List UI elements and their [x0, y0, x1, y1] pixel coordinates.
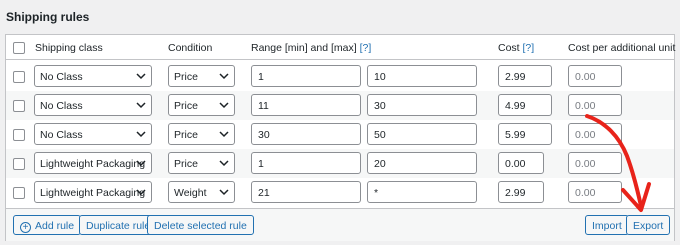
row-checkbox[interactable] — [13, 129, 25, 141]
cost-help-link[interactable]: [?] — [523, 42, 535, 54]
cost-input[interactable]: 4.99 — [498, 94, 552, 116]
chevron-down-icon — [136, 189, 146, 196]
chevron-down-icon — [136, 73, 146, 80]
condition-select[interactable]: Price — [168, 123, 235, 145]
table-row: Lightweight Packaging Price 1 20 0.00 0.… — [6, 149, 674, 178]
range-min-input[interactable]: 11 — [251, 94, 361, 116]
table-footer: + Add rule Duplicate rule Delete selected… — [6, 208, 674, 241]
range-max-input[interactable]: 30 — [367, 94, 477, 116]
row-checkbox[interactable] — [13, 71, 25, 83]
shipping-class-select[interactable]: No Class — [34, 123, 152, 145]
add-rule-button[interactable]: + Add rule — [13, 215, 82, 235]
plus-circle-icon: + — [20, 222, 31, 233]
condition-select[interactable]: Weight — [168, 181, 235, 203]
chevron-down-icon — [219, 131, 229, 138]
col-shipping-class: Shipping class — [35, 42, 103, 54]
range-max-input[interactable]: 20 — [367, 152, 477, 174]
range-min-input[interactable]: 1 — [251, 152, 361, 174]
chevron-down-icon — [136, 131, 146, 138]
table-header: Shipping class Condition Range [min] and… — [6, 35, 676, 60]
shipping-class-select[interactable]: No Class — [34, 94, 152, 116]
section-title: Shipping rules — [6, 10, 90, 24]
row-checkbox[interactable] — [13, 158, 25, 170]
col-range: Range [min] and [max] [?] — [251, 42, 372, 54]
cost-input[interactable]: 2.99 — [498, 65, 552, 87]
cost-input[interactable]: 2.99 — [498, 181, 544, 203]
duplicate-rule-button[interactable]: Duplicate rule — [79, 215, 158, 235]
red-arrow-icon — [585, 114, 651, 212]
col-cost-additional: Cost per additional unit — [568, 42, 676, 54]
range-max-input[interactable]: 10 — [367, 65, 477, 87]
table-row: Lightweight Packaging Weight 21 * 2.99 0… — [6, 178, 674, 207]
table-row: No Class Price 11 30 4.99 0.00 — [6, 91, 674, 120]
chevron-down-icon — [219, 102, 229, 109]
range-min-input[interactable]: 1 — [251, 65, 361, 87]
range-max-input[interactable]: 50 — [367, 123, 477, 145]
condition-select[interactable]: Price — [168, 152, 235, 174]
row-checkbox[interactable] — [13, 187, 25, 199]
range-help-link[interactable]: [?] — [360, 42, 372, 54]
range-max-input[interactable]: * — [367, 181, 477, 203]
cost-input[interactable]: 5.99 — [498, 123, 552, 145]
shipping-class-select[interactable]: Lightweight Packaging — [34, 181, 152, 203]
col-condition: Condition — [168, 42, 213, 54]
chevron-down-icon — [136, 160, 146, 167]
shipping-class-select[interactable]: No Class — [34, 65, 152, 87]
col-cost: Cost [?] — [498, 42, 535, 54]
row-checkbox[interactable] — [13, 100, 25, 112]
table-row: No Class Price 30 50 5.99 0.00 — [6, 120, 674, 149]
chevron-down-icon — [219, 160, 229, 167]
shipping-class-select[interactable]: Lightweight Packaging — [34, 152, 152, 174]
range-min-input[interactable]: 21 — [251, 181, 361, 203]
condition-select[interactable]: Price — [168, 65, 235, 87]
table-row: No Class Price 1 10 2.99 0.00 — [6, 62, 674, 91]
condition-select[interactable]: Price — [168, 94, 235, 116]
cost-input[interactable]: 0.00 — [498, 152, 544, 174]
range-min-input[interactable]: 30 — [251, 123, 361, 145]
delete-selected-rule-button[interactable]: Delete selected rule — [147, 215, 254, 235]
chevron-down-icon — [136, 102, 146, 109]
chevron-down-icon — [219, 73, 229, 80]
select-all-checkbox[interactable] — [13, 42, 25, 54]
chevron-down-icon — [219, 189, 229, 196]
cost-additional-input[interactable]: 0.00 — [568, 65, 622, 87]
